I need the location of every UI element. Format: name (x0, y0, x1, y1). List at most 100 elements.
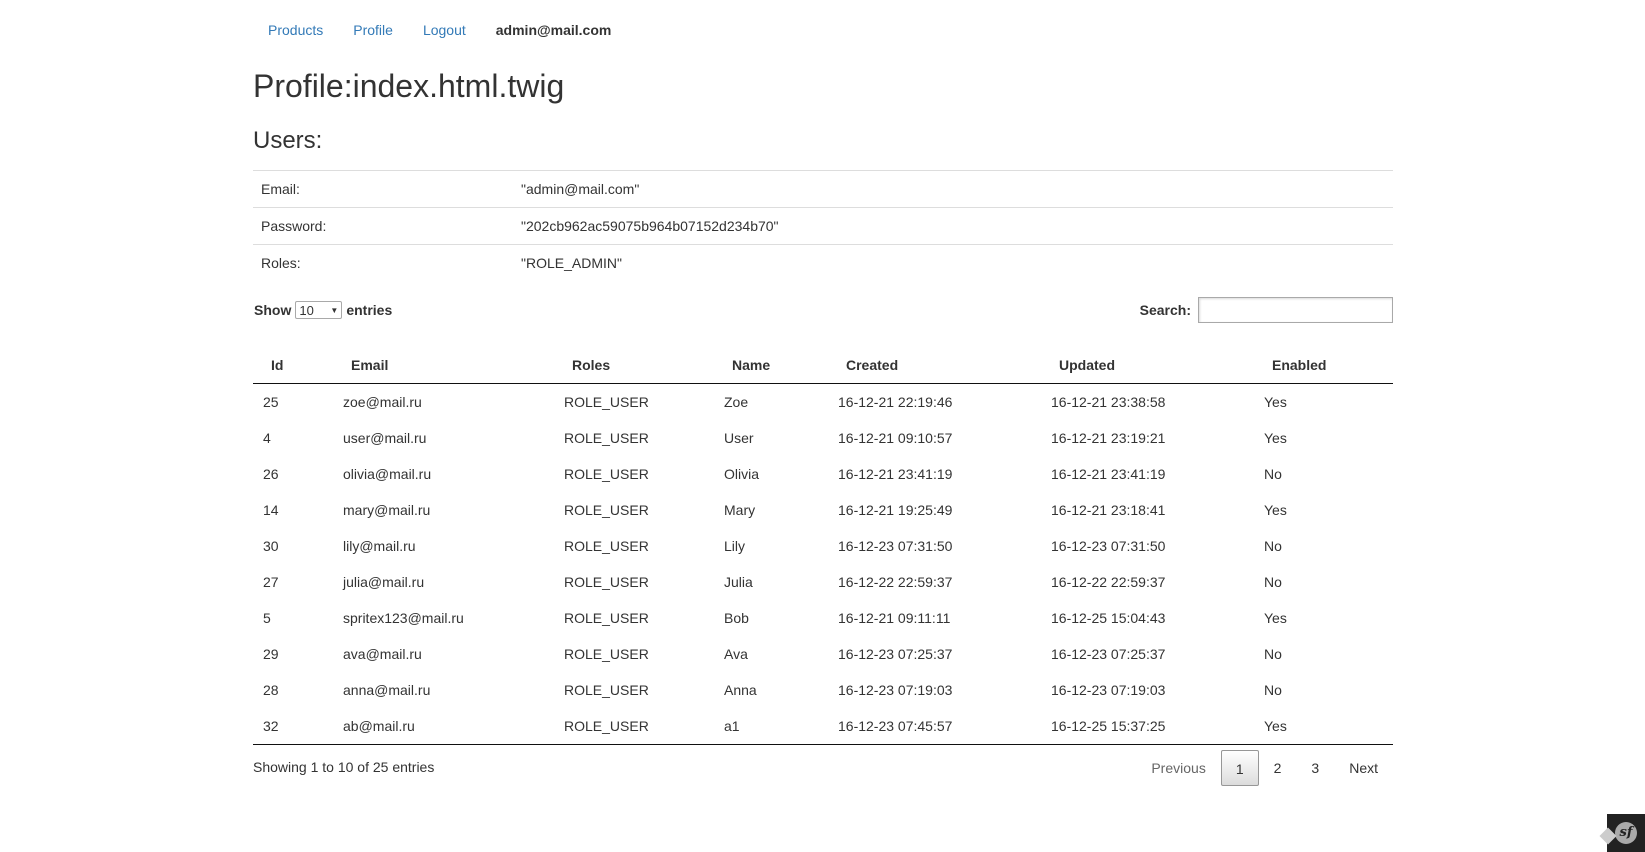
cell-email: lily@mail.ru (343, 538, 416, 554)
cell-email: anna@mail.ru (343, 682, 431, 698)
profile-info-label: Email: (253, 170, 513, 208)
cell-email: julia@mail.ru (343, 574, 425, 590)
search-box: Search: (1140, 297, 1393, 323)
cell-enabled: Yes (1264, 430, 1287, 446)
nav-products-link[interactable]: Products (253, 20, 338, 40)
cell-updated: 16-12-25 15:37:25 (1041, 708, 1254, 745)
nav-logout-link[interactable]: Logout (408, 20, 481, 40)
cell-enabled: No (1264, 574, 1282, 590)
profile-info-table: Email: "admin@mail.com" Password: "202cb… (253, 170, 1393, 281)
cell-updated: 16-12-21 23:18:41 (1051, 502, 1166, 518)
cell-email: mary@mail.ru (343, 502, 431, 518)
table-body: 25 zoe@mail.ru ROLE_USER Zoe 16-12-21 22:19:… (253, 384, 1393, 745)
cell-roles: ROLE_USER (564, 610, 649, 626)
table-row[interactable]: 32 ab@mail.ru ROLE_USER a1 16-12-23 07:45:57… (253, 708, 1393, 745)
cell-roles: ROLE_USER (564, 646, 649, 662)
table-header-row: Id Email Roles Name Created Updated Enab… (253, 347, 1393, 384)
cell-created: 16-12-21 19:25:49 (838, 502, 953, 518)
cell-email: ava@mail.ru (343, 646, 422, 662)
cell-id: 5 (263, 610, 271, 626)
cell-enabled: Yes (1254, 708, 1393, 745)
profile-info-label: Password: (253, 207, 513, 245)
cell-name: Anna (724, 682, 757, 698)
cell-name: Lily (724, 538, 746, 554)
cell-roles: ROLE_USER (564, 394, 649, 410)
cell-name: Ava (724, 646, 748, 662)
cell-email: zoe@mail.ru (343, 394, 422, 410)
length-show-label: Show (254, 302, 292, 318)
cell-updated: 16-12-21 23:19:21 (1051, 430, 1166, 446)
column-header-email[interactable]: Email (333, 347, 554, 384)
profile-info-value: "202cb962ac59075b964b07152d234b70" (513, 207, 1393, 245)
column-header-enabled[interactable]: Enabled (1254, 347, 1393, 384)
cell-name: Julia (724, 574, 753, 590)
cell-id: 4 (263, 430, 271, 446)
nav-current-user: admin@mail.com (495, 22, 612, 38)
profile-info-label: Roles: (253, 244, 513, 281)
top-nav: Products Profile Logout admin@mail.com (253, 0, 1393, 60)
column-header-name[interactable]: Name (714, 347, 828, 384)
column-header-created[interactable]: Created (828, 347, 1041, 384)
profile-info-row: Email: "admin@mail.com" (253, 170, 1393, 208)
cell-updated: 16-12-22 22:59:37 (1051, 574, 1166, 590)
search-input[interactable] (1198, 297, 1393, 323)
cell-id: 28 (263, 682, 279, 698)
column-header-id[interactable]: Id (253, 347, 333, 384)
cell-id: 25 (263, 394, 279, 410)
cell-updated: 16-12-25 15:04:43 (1051, 610, 1166, 626)
table-row[interactable]: 14 mary@mail.ru ROLE_USER Mary 16-12-21 19:2… (253, 492, 1393, 528)
table-row[interactable]: 29 ava@mail.ru ROLE_USER Ava 16-12-23 07:25:… (253, 636, 1393, 672)
column-header-roles[interactable]: Roles (554, 347, 714, 384)
table-row[interactable]: 25 zoe@mail.ru ROLE_USER Zoe 16-12-21 22:19:… (253, 384, 1393, 421)
table-row[interactable]: 30 lily@mail.ru ROLE_USER Lily 16-12-23 07:3… (253, 528, 1393, 564)
cell-enabled: Yes (1264, 394, 1287, 410)
dropdown-arrow-icon: ▼ (330, 305, 339, 315)
pagination-page-2-button[interactable]: 2 (1259, 750, 1297, 786)
cell-name: Bob (724, 610, 749, 626)
table-info-text: Showing 1 to 10 of 25 entries (253, 759, 435, 775)
length-select-value: 10 (299, 302, 314, 318)
table-row[interactable]: 27 julia@mail.ru ROLE_USER Julia 16-12-22 22… (253, 564, 1393, 600)
cell-enabled: No (1264, 466, 1282, 482)
length-menu: Show 10 ▼ entries (254, 301, 392, 319)
cell-roles: ROLE_USER (564, 502, 649, 518)
profile-info-row: Roles: "ROLE_ADMIN" (253, 244, 1393, 281)
page-title: Profile:index.html.twig (253, 68, 565, 104)
cell-roles: ROLE_USER (564, 682, 649, 698)
cell-roles: ROLE_USER (564, 466, 649, 482)
table-controls: Show 10 ▼ entries Search: (253, 297, 1393, 347)
nav-profile-link[interactable]: Profile (338, 20, 408, 40)
table-row[interactable]: 4 user@mail.ru ROLE_USER User 16-12-21 09:10… (253, 420, 1393, 456)
cell-roles: ROLE_USER (554, 708, 714, 745)
cell-email: ab@mail.ru (333, 708, 554, 745)
length-select[interactable]: 10 ▼ (295, 301, 343, 319)
table-row[interactable]: 28 anna@mail.ru ROLE_USER Anna 16-12-23 07:1… (253, 672, 1393, 708)
profile-info-value: "ROLE_ADMIN" (513, 244, 1393, 281)
cell-enabled: No (1264, 538, 1282, 554)
users-table: Id Email Roles Name Created Updated Enab… (253, 347, 1393, 745)
cell-updated: 16-12-23 07:31:50 (1051, 538, 1166, 554)
cell-roles: ROLE_USER (564, 430, 649, 446)
cell-roles: ROLE_USER (564, 574, 649, 590)
pagination-next-button[interactable]: Next (1334, 750, 1393, 786)
cell-created: 16-12-21 09:11:11 (838, 610, 951, 626)
table-row[interactable]: 5 spritex123@mail.ru ROLE_USER Bob 16-12-21 … (253, 600, 1393, 636)
cell-roles: ROLE_USER (564, 538, 649, 554)
cell-updated: 16-12-21 23:38:58 (1051, 394, 1166, 410)
cell-id: 29 (263, 646, 279, 662)
search-label: Search: (1139, 302, 1191, 318)
cell-name: Mary (724, 502, 756, 518)
cell-enabled: No (1264, 646, 1282, 662)
cell-updated: 16-12-21 23:41:19 (1051, 466, 1166, 482)
table-row[interactable]: 26 olivia@mail.ru ROLE_USER Olivia 16-12-21 … (253, 456, 1393, 492)
cell-created: 16-12-23 07:19:03 (838, 682, 953, 698)
cell-created: 16-12-21 09:10:57 (838, 430, 953, 446)
cell-updated: 16-12-23 07:19:03 (1051, 682, 1166, 698)
pagination-page-3-button[interactable]: 3 (1296, 750, 1334, 786)
pagination: Previous 1 2 3 Next (1136, 750, 1393, 786)
cell-name: Olivia (724, 466, 760, 482)
profile-info-value: "admin@mail.com" (513, 170, 1393, 208)
column-header-updated[interactable]: Updated (1041, 347, 1254, 384)
pagination-page-1-button[interactable]: 1 (1220, 750, 1259, 786)
pagination-previous-button[interactable]: Previous (1136, 750, 1220, 786)
